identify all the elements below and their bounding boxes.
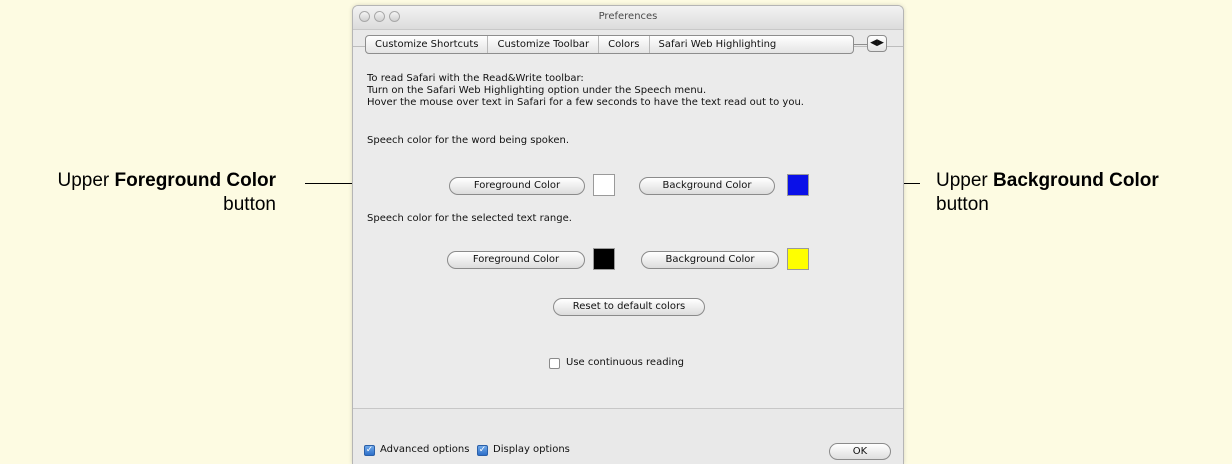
section-selected-range-label: Speech color for the selected text range… (367, 213, 572, 224)
tab-safari-web-highlighting[interactable]: Safari Web Highlighting (650, 36, 786, 53)
preferences-window: Preferences To read Safari with the Read… (352, 5, 904, 464)
annotation-upper-background: Upper Background Color button (936, 169, 1159, 217)
tab-colors[interactable]: Colors (599, 36, 650, 53)
intro-line-3: Hover the mouse over text in Safari for … (367, 97, 804, 108)
continuous-reading-checkbox[interactable] (549, 358, 560, 369)
upper-foreground-color-button[interactable]: Foreground Color (449, 177, 585, 195)
lower-background-color-button[interactable]: Background Color (641, 251, 779, 269)
annotation-bold-label: Background Color (993, 170, 1159, 191)
annotation-bold-label: Foreground Color (114, 170, 276, 191)
advanced-options-checkbox[interactable]: ✓ (364, 445, 375, 456)
ok-button[interactable]: OK (829, 443, 891, 460)
lower-foreground-swatch[interactable] (593, 248, 615, 270)
intro-line-1: To read Safari with the Read&Write toolb… (367, 73, 584, 84)
reset-default-colors-button[interactable]: Reset to default colors (553, 298, 705, 316)
tab-content-panel: To read Safari with the Read&Write toolb… (353, 46, 903, 409)
lower-background-swatch[interactable] (787, 248, 809, 270)
window-title: Preferences (598, 11, 658, 22)
advanced-options-label: Advanced options (380, 444, 470, 455)
tab-bar: Customize Shortcuts Customize Toolbar Co… (365, 35, 887, 54)
intro-line-2: Turn on the Safari Web Highlighting opti… (367, 85, 707, 96)
tab-connector (853, 44, 867, 45)
tab-customize-shortcuts[interactable]: Customize Shortcuts (366, 36, 489, 53)
continuous-reading-label: Use continuous reading (566, 357, 685, 368)
upper-background-color-button[interactable]: Background Color (639, 177, 775, 195)
title-bar: Preferences (353, 6, 903, 30)
upper-background-swatch[interactable] (787, 174, 809, 196)
annotation-prefix: Upper (936, 170, 994, 191)
annotation-suffix: button (936, 194, 989, 215)
display-options-checkbox[interactable]: ✓ (477, 445, 488, 456)
upper-foreground-swatch[interactable] (593, 174, 615, 196)
section-spoken-word-label: Speech color for the word being spoken. (367, 135, 570, 146)
annotation-suffix: button (223, 194, 276, 215)
annotation-prefix: Upper (57, 170, 115, 191)
lower-foreground-color-button[interactable]: Foreground Color (447, 251, 585, 269)
display-options-label: Display options (493, 444, 570, 455)
left-right-arrows-icon[interactable]: ◀▶ (867, 35, 887, 52)
tab-customize-toolbar[interactable]: Customize Toolbar (488, 36, 600, 53)
tab-strip: Customize Shortcuts Customize Toolbar Co… (365, 35, 854, 54)
annotation-upper-foreground: Upper Foreground Color button (0, 169, 276, 217)
